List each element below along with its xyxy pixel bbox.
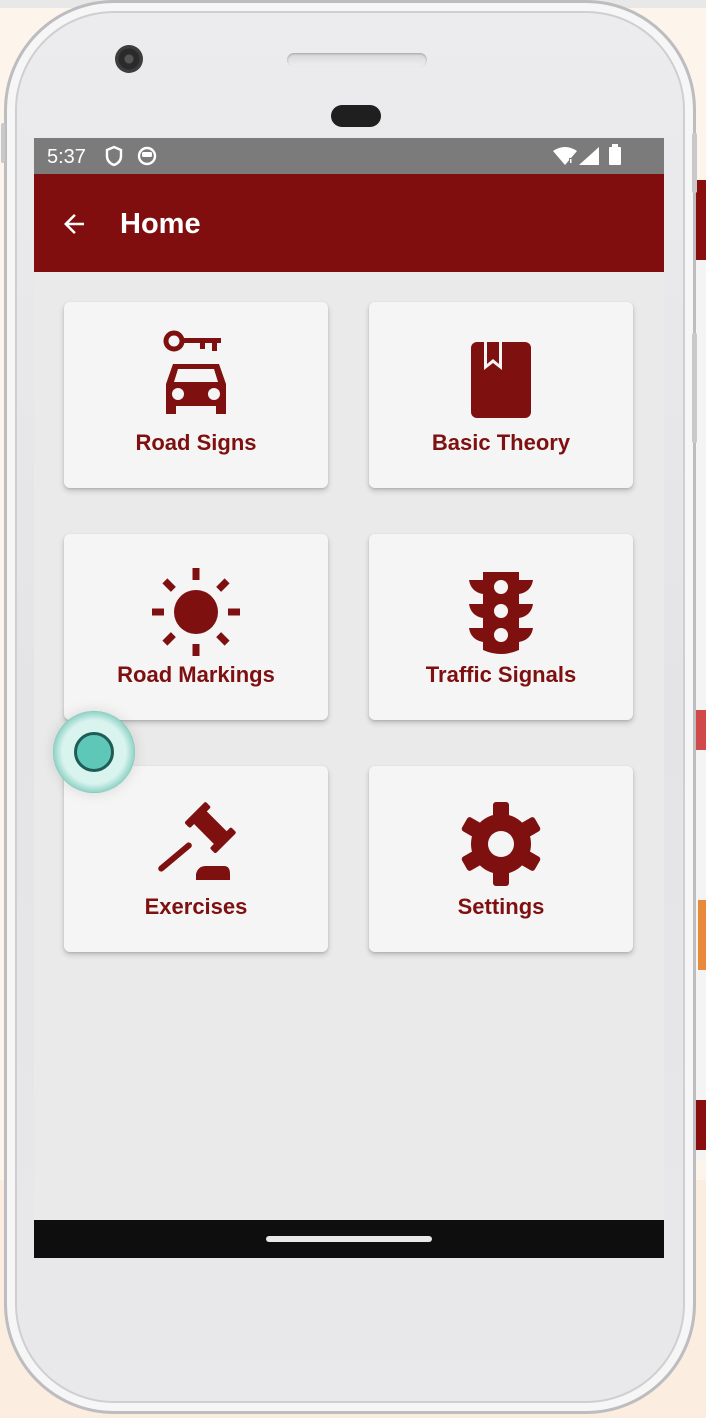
menu-card-label: Basic Theory [431,430,571,455]
menu-card-label: Road Signs [135,430,257,455]
menu-card-road-markings[interactable]: Road Markings [64,534,328,720]
gavel-icon [158,802,236,880]
proximity-sensor [331,105,381,127]
menu-card-label: Traffic Signals [425,662,577,687]
touch-indicator-dot [74,732,114,772]
wifi-icon [552,146,578,171]
touch-indicator [53,711,135,793]
home-gesture-handle[interactable] [266,1236,432,1242]
system-navigation-bar [34,1220,664,1258]
bookmark-book-icon [471,342,531,418]
traffic-light-icon [469,572,533,654]
menu-card-exercises[interactable]: Exercises [64,766,328,952]
app-bar: Home [34,174,664,272]
menu-card-label: Settings [457,894,545,919]
menu-card-basic-theory[interactable]: Basic Theory [369,302,633,488]
phone-side-button [1,123,5,163]
back-button[interactable] [52,202,96,246]
menu-card-label: Road Markings [117,662,275,687]
arrow-back-icon [64,214,84,234]
menu-card-traffic-signals[interactable]: Traffic Signals [369,534,633,720]
car-key-icon [163,330,226,414]
sun-icon [152,568,240,656]
status-bar: 5:37 [34,138,664,174]
status-time: 5:37 [47,146,86,168]
phone-volume-button [692,333,697,443]
page-title: Home [120,208,201,240]
menu-card-road-signs[interactable]: Road Signs [64,302,328,488]
menu-card-label: Exercises [144,894,248,919]
signal-icon [578,146,600,171]
front-camera [115,45,143,73]
gear-icon [461,802,541,886]
phone-power-button [692,133,697,193]
battery-icon [608,144,622,171]
shield-icon [104,145,124,172]
device-screen: 5:37 Home Road Signs Basic Theory Road M… [34,138,664,1258]
face-mask-icon [136,145,158,172]
menu-card-settings[interactable]: Settings [369,766,633,952]
earpiece-speaker [287,53,427,67]
